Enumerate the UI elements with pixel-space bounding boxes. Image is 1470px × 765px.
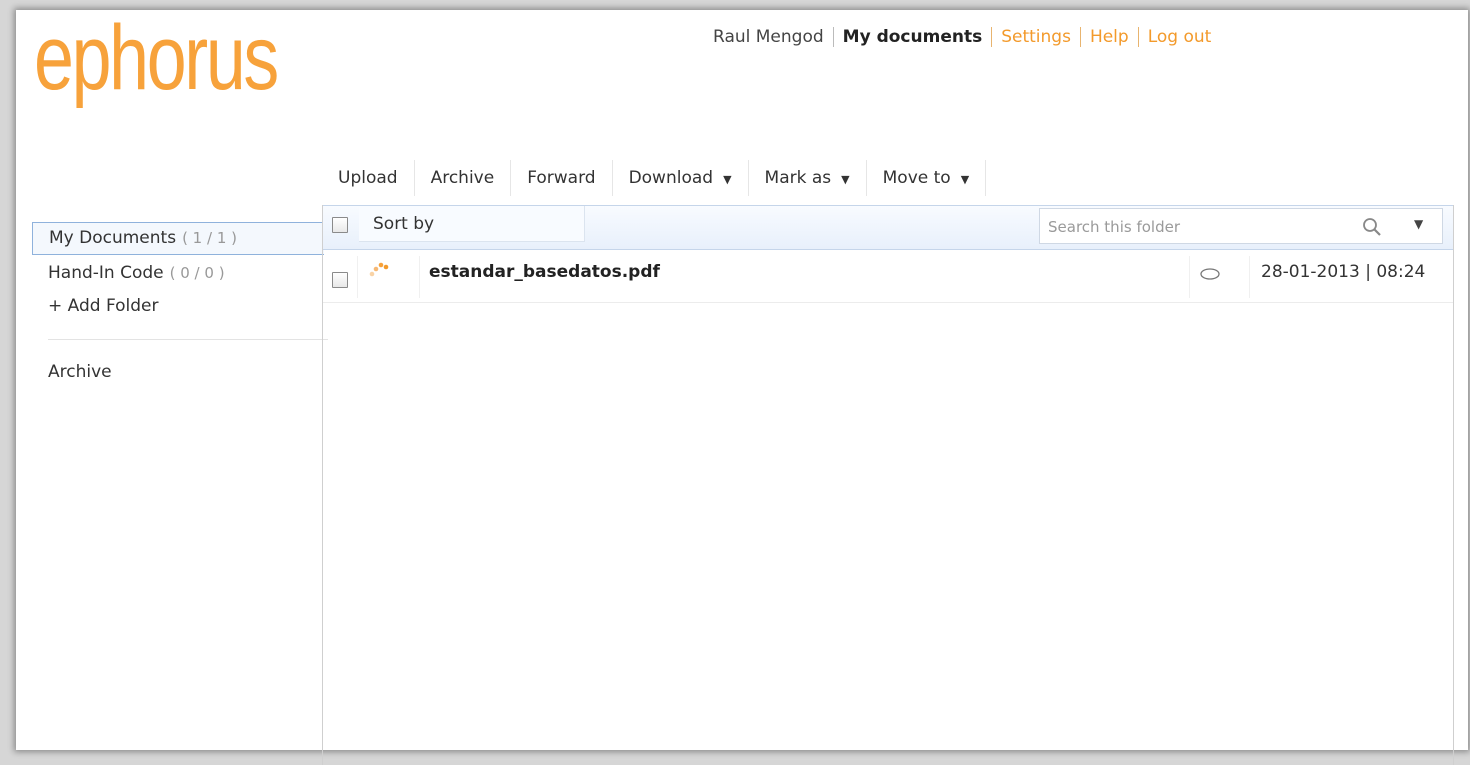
forward-label: Forward: [527, 168, 596, 188]
download-button[interactable]: Download ▼: [613, 160, 749, 196]
app-window: ephorus Raul Mengod My documents Setting…: [16, 10, 1468, 765]
folder-count: ( 1 / 1 ): [182, 229, 237, 247]
row-checkbox[interactable]: [332, 272, 348, 288]
mark-as-button[interactable]: Mark as ▼: [749, 160, 867, 196]
select-all-checkbox[interactable]: [332, 217, 348, 233]
table-row[interactable]: estandar_basedatos.pdf 28-01-2013 | 08:2…: [323, 250, 1453, 303]
ephorus-logo[interactable]: ephorus: [34, 12, 279, 104]
dropdown-caret-icon: ▼: [723, 173, 732, 186]
archive-label: Archive: [430, 168, 495, 188]
move-to-label: Move to: [882, 168, 951, 188]
upload-label: Upload: [338, 168, 398, 188]
eye-icon[interactable]: [1200, 268, 1220, 280]
status-dots-icon: [369, 262, 389, 277]
dropdown-caret-icon: ▼: [960, 173, 970, 186]
action-toolbar: Upload Archive Forward Download ▼ Mark as…: [322, 160, 987, 196]
sidebar-item-label: Hand-In Code: [48, 263, 164, 283]
download-label: Download: [628, 168, 714, 188]
user-name: Raul Mengod: [713, 27, 824, 47]
document-filename[interactable]: estandar_basedatos.pdf: [429, 262, 660, 282]
nav-help-link[interactable]: Help: [1081, 26, 1138, 48]
document-list-panel: Sort by ▼ estandar_basedatos.pdf: [322, 205, 1454, 765]
sidebar-divider: [48, 339, 328, 340]
search-box: ▼: [1039, 208, 1443, 245]
sidebar-item-archive[interactable]: Archive: [32, 356, 324, 389]
forward-button[interactable]: Forward: [511, 160, 613, 196]
magnifier-icon[interactable]: [1362, 217, 1382, 237]
nav-my-documents[interactable]: My documents: [834, 26, 992, 48]
move-to-button[interactable]: Move to ▼: [867, 160, 987, 196]
nav-logout-link[interactable]: Log out: [1139, 26, 1221, 48]
list-header-bar: Sort by ▼: [323, 205, 1453, 250]
top-navigation: Raul Mengod My documents Settings Help L…: [704, 26, 1220, 48]
upload-button[interactable]: Upload: [322, 160, 415, 196]
cell-divider: [1189, 256, 1190, 298]
mark-as-label: Mark as: [764, 168, 832, 188]
cell-divider: [419, 256, 420, 298]
sidebar-item-hand-in-code[interactable]: Hand-In Code ( 0 / 0 ): [32, 257, 324, 290]
dropdown-caret-icon: ▼: [841, 173, 850, 186]
folder-count: ( 0 / 0 ): [169, 264, 225, 282]
sidebar-item-my-documents[interactable]: My Documents ( 1 / 1 ): [32, 222, 324, 255]
sidebar-item-label: My Documents: [49, 228, 177, 248]
search-options-caret-icon[interactable]: ▼: [1414, 217, 1423, 231]
add-folder-link[interactable]: + Add Folder: [32, 290, 324, 323]
nav-settings-link[interactable]: Settings: [992, 26, 1080, 48]
cell-divider: [1249, 256, 1250, 298]
archive-button[interactable]: Archive: [415, 160, 512, 196]
sort-by-dropdown[interactable]: Sort by: [359, 206, 585, 242]
document-date: 28-01-2013 | 08:24: [1261, 262, 1426, 282]
folder-sidebar: My Documents ( 1 / 1 ) Hand-In Code ( 0 / …: [32, 222, 328, 389]
cell-divider: [357, 256, 358, 298]
search-input[interactable]: [1040, 209, 1350, 245]
